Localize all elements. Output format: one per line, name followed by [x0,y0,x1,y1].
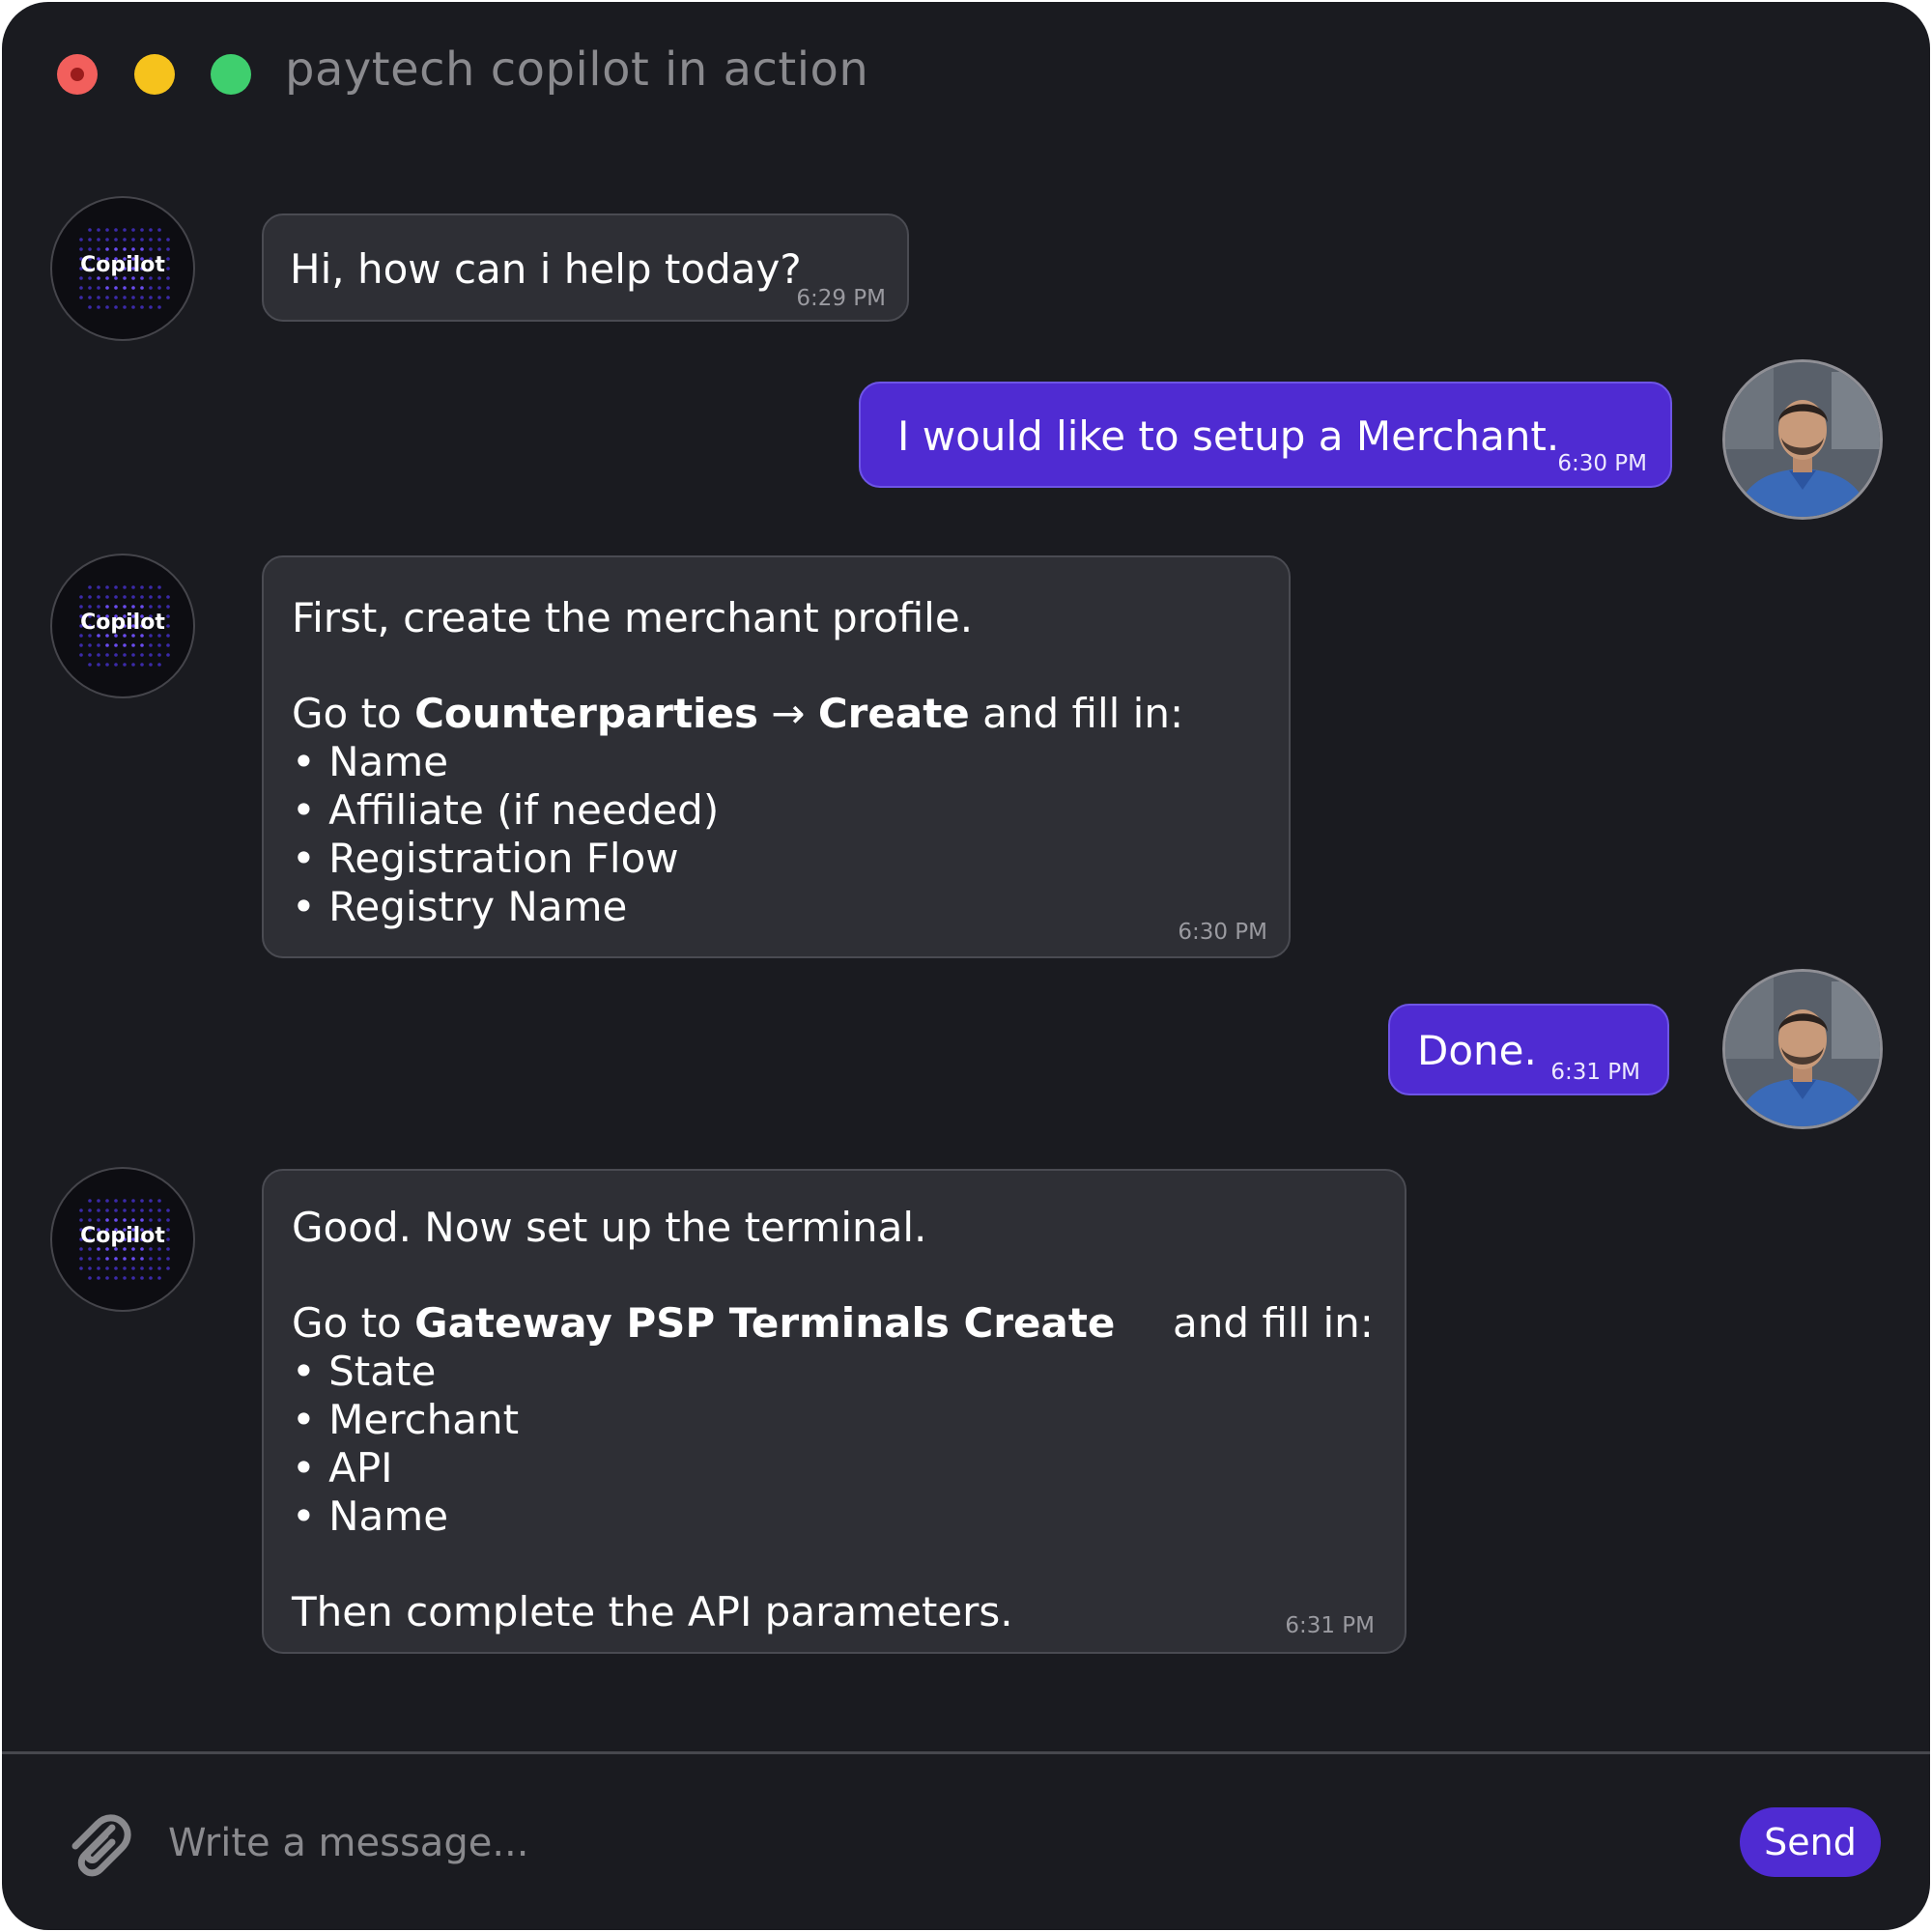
user-message-bubble: I would like to setup a Merchant. 6:30 P… [859,382,1672,488]
message-input[interactable] [166,1813,1667,1873]
list-item: • Merchant [292,1396,520,1443]
list-item: • Affiliate (if needed) [292,786,720,834]
chat-window: paytech copilot in action Copilot Hi, ho… [2,2,1930,1930]
list-item: • Name [292,738,449,785]
message-text: Hi, how can i help today? [290,245,802,293]
message-timestamp: 6:29 PM [796,286,886,311]
message-timestamp: 6:30 PM [1557,451,1647,476]
menu-path-gateway-psp-terminals-create: Gateway PSP Terminals Create [414,1299,1116,1347]
user-message-bubble: Done. 6:31 PM [1388,1004,1669,1095]
send-button[interactable]: Send [1740,1807,1881,1877]
copilot-avatar-label: Copilot [80,611,165,635]
instruction-prefix: Go to [292,690,415,737]
menu-path-create: Create [817,690,970,737]
list-item: • API [292,1444,393,1492]
message-timestamp: 6:30 PM [1178,920,1267,945]
user-avatar [1722,359,1883,520]
paperclip-icon[interactable] [62,1808,133,1880]
user-photo-icon [1725,972,1880,1126]
copilot-avatar-label: Copilot [80,1224,165,1248]
minimize-window-button[interactable] [134,54,175,95]
navigation-instruction: Go to Gateway PSP Terminals Create [292,1299,1115,1347]
list-item: • Name [292,1492,449,1540]
list-item: • State [292,1348,437,1395]
message-text: I would like to setup a Merchant. [897,412,1560,460]
copilot-avatar-label: Copilot [80,253,165,277]
bot-message-bubble: Good. Now set up the terminal. Go to Gat… [262,1169,1406,1654]
copilot-avatar: Copilot [50,196,195,341]
user-avatar [1722,969,1883,1129]
menu-path-counterparties: Counterparties [414,690,758,737]
copilot-avatar: Copilot [50,554,195,698]
message-text: Done. [1417,1027,1537,1074]
instruction-suffix: and fill in: [969,690,1184,737]
bot-message-bubble: First, create the merchant profile. Go t… [262,555,1291,958]
close-window-button[interactable] [57,54,98,95]
message-outro: Then complete the API parameters. [292,1588,1013,1635]
list-item: • Registry Name [292,883,628,930]
list-item: • Registration Flow [292,835,679,882]
message-timestamp: 6:31 PM [1285,1613,1375,1638]
window-title: paytech copilot in action [285,43,869,97]
path-arrow: → [757,690,818,737]
instruction-suffix: and fill in: [1173,1299,1374,1347]
composer-divider [2,1751,1930,1754]
user-photo-icon [1725,362,1880,517]
navigation-instruction: Go to Counterparties → Create and fill i… [292,690,1183,737]
message-intro: Good. Now set up the terminal. [292,1204,927,1251]
title-bar: paytech copilot in action [2,2,1930,147]
message-timestamp: 6:31 PM [1550,1060,1640,1085]
instruction-prefix: Go to [292,1299,415,1347]
zoom-window-button[interactable] [211,54,251,95]
message-intro: First, create the merchant profile. [292,594,974,641]
copilot-avatar: Copilot [50,1167,195,1312]
bot-message-bubble: Hi, how can i help today? 6:29 PM [262,213,909,322]
